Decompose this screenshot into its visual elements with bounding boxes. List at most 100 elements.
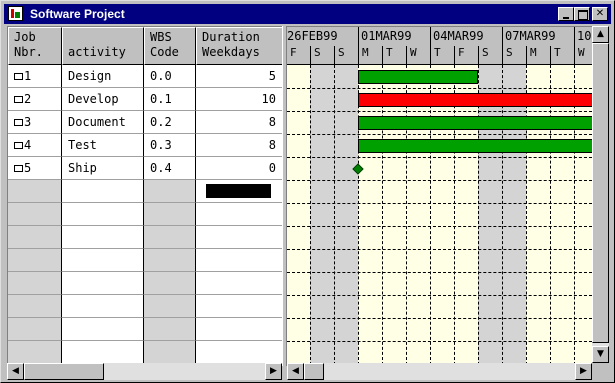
table-row[interactable]: 5 Ship 0.4 0 [8,157,282,180]
maximize-button[interactable] [574,7,590,21]
duration-cell[interactable]: 0 [196,157,282,180]
date-divider [502,27,503,46]
activity-cell[interactable] [62,272,144,295]
minimize-button[interactable] [558,7,574,21]
activity-cell[interactable] [62,341,144,363]
gantt-horizontal-scrollbar[interactable]: ◀ ▶ [287,363,592,380]
activity-cell[interactable] [62,318,144,341]
activity-cell[interactable] [62,226,144,249]
duration-cell[interactable]: 10 [196,88,282,111]
task-bar[interactable] [358,69,478,84]
empty-row[interactable] [8,272,282,295]
activity-cell[interactable] [62,295,144,318]
empty-row[interactable] [8,295,282,318]
new-row[interactable] [8,180,282,203]
task-bar[interactable] [358,115,592,130]
activity-cell[interactable]: Test [62,134,144,157]
job-number-cell[interactable] [8,318,62,341]
wbs-code-cell[interactable]: 0.2 [144,111,196,134]
app-icon[interactable] [8,6,23,21]
scroll-up-button[interactable]: ▲ [592,26,609,43]
wbs-code-cell[interactable] [144,226,196,249]
empty-row[interactable] [8,318,282,341]
job-number-cell[interactable]: 4 [8,134,62,157]
duration-cell[interactable] [196,341,282,363]
activity-cell[interactable]: Ship [62,157,144,180]
table-row[interactable]: 1 Design 0.0 5 [8,65,282,88]
column-header-job-number[interactable]: Job Nbr. [8,27,62,65]
table-row[interactable]: 4 Test 0.3 8 [8,134,282,157]
scroll-down-button[interactable]: ▼ [592,346,609,363]
column-header-wbs-code[interactable]: WBS Code [144,27,196,65]
empty-row[interactable] [8,203,282,226]
duration-cell[interactable] [196,295,282,318]
activity-cell[interactable] [62,180,144,203]
job-number-cell[interactable] [8,272,62,295]
activity-cell[interactable]: Develop [62,88,144,111]
duration-cell[interactable]: 8 [196,134,282,157]
table-horizontal-scrollbar[interactable]: ◀ ▶ [7,363,282,380]
wbs-code-cell[interactable] [144,272,196,295]
timeline-grid[interactable] [287,65,592,363]
row-select-icon[interactable] [14,96,23,103]
scroll-left-button[interactable]: ◀ [7,363,24,380]
title-bar[interactable]: Software Project ✕ [4,4,611,24]
scroll-right-button[interactable]: ▶ [265,363,282,380]
duration-cell[interactable] [196,226,282,249]
duration-cell[interactable]: 8 [196,111,282,134]
wbs-code-cell[interactable] [144,249,196,272]
duration-cell[interactable] [196,249,282,272]
empty-row[interactable] [8,226,282,249]
activity-cell[interactable]: Design [62,65,144,88]
column-header-duration[interactable]: Duration Weekdays [196,27,282,65]
scroll-left-button[interactable]: ◀ [287,363,304,380]
wbs-code-cell[interactable]: 0.0 [144,65,196,88]
job-number-cell[interactable] [8,180,62,203]
job-number-cell[interactable] [8,295,62,318]
activity-cell[interactable] [62,249,144,272]
scroll-right-button[interactable]: ▶ [575,363,592,380]
job-number-cell[interactable] [8,203,62,226]
task-bar[interactable] [358,92,592,107]
job-number-cell[interactable]: 1 [8,65,62,88]
wbs-code-cell[interactable]: 0.1 [144,88,196,111]
job-number-cell[interactable] [8,341,62,363]
wbs-code-cell[interactable] [144,318,196,341]
row-select-icon[interactable] [14,119,23,126]
wbs-code-cell[interactable] [144,180,196,203]
job-number-cell[interactable] [8,226,62,249]
row-select-icon[interactable] [14,73,23,80]
close-button[interactable]: ✕ [592,7,608,21]
vertical-scrollbar[interactable]: ▲ ▼ [592,26,609,363]
duration-cell[interactable] [196,318,282,341]
duration-cell[interactable] [196,180,282,203]
duration-cell[interactable] [196,203,282,226]
job-number-cell[interactable] [8,249,62,272]
wbs-code-cell[interactable]: 0.3 [144,134,196,157]
activity-cell[interactable] [62,203,144,226]
wbs-code-cell[interactable]: 0.4 [144,157,196,180]
duration-cell[interactable]: 5 [196,65,282,88]
job-number-cell[interactable]: 3 [8,111,62,134]
vertical-scroll-thumb[interactable] [592,43,609,343]
table-row[interactable]: 2 Develop 0.1 10 [8,88,282,111]
duration-edit-field[interactable] [206,184,271,198]
job-number-cell[interactable]: 2 [8,88,62,111]
row-select-icon[interactable] [14,142,23,149]
wbs-code-cell[interactable] [144,203,196,226]
day-tick [430,46,431,65]
wbs-code-cell[interactable] [144,341,196,363]
gantt-scroll-thumb[interactable] [304,363,324,380]
row-select-icon[interactable] [14,165,23,172]
empty-row[interactable] [8,341,282,363]
empty-row[interactable] [8,249,282,272]
activity-cell[interactable]: Document [62,111,144,134]
column-header-activity[interactable]: activity [62,27,144,65]
duration-cell[interactable] [196,272,282,295]
row-gridline [287,203,592,204]
wbs-code-cell[interactable] [144,295,196,318]
table-row[interactable]: 3 Document 0.2 8 [8,111,282,134]
task-bar[interactable] [358,138,592,153]
table-scroll-thumb[interactable] [24,363,104,380]
job-number-cell[interactable]: 5 [8,157,62,180]
